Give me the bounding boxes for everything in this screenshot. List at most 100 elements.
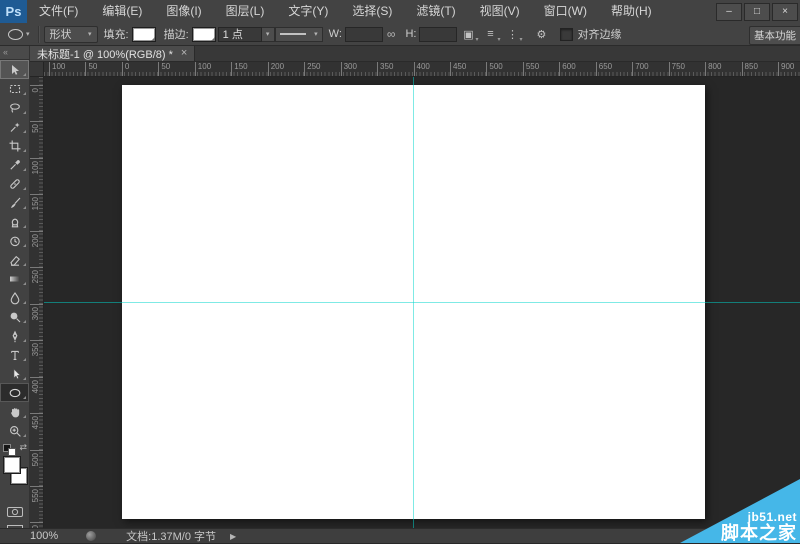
ruler-label: 400 [414,62,430,77]
tool-brush[interactable] [0,193,29,212]
stroke-style-select[interactable]: ▾ [275,27,323,42]
menu-item-layer[interactable]: 图层(L) [214,0,277,23]
path-alignment-button[interactable]: ≡ ▾ [480,25,500,43]
ruler-label: 700 [632,62,648,77]
gear-icon: ⚙ [537,28,547,41]
stroke-width-field[interactable]: 1 点 [218,27,262,42]
lasso-tool-icon [8,101,22,115]
document-tab[interactable]: 未标题-1 @ 100%(RGB/8) * × [30,46,195,61]
tool-eyedropper[interactable] [0,155,29,174]
window-controls: – □ × [716,3,798,21]
menu-item-select[interactable]: 选择(S) [340,0,404,23]
tool-dodge[interactable] [0,307,29,326]
zoom-level-field[interactable]: 100% [30,530,58,542]
align-edges-checkbox[interactable] [560,28,573,41]
eyedropper-tool-icon [8,158,22,172]
tool-gradient[interactable] [0,269,29,288]
stroke-color-swatch[interactable] [192,27,216,42]
path-arrangement-button[interactable]: ⋮ ▾ [502,25,522,43]
menu-item-view[interactable]: 视图(V) [468,0,532,23]
maximize-button[interactable]: □ [744,3,770,21]
menu-item-file[interactable]: 文件(F) [27,0,90,23]
dropdown-arrow-icon: ▾ [519,37,522,43]
default-colors-button[interactable]: ⇄ [2,443,28,455]
tab-close-icon[interactable]: × [181,48,187,59]
ruler-label: 300 [341,62,357,77]
tool-crop[interactable] [0,136,29,155]
dropdown-arrow-icon: ▾ [314,31,318,38]
tool-pen[interactable] [0,326,29,345]
ruler-label: 750 [669,62,685,77]
tool-options-bar: ▾ 形状 ▾ 填充: 描边: 1 点 ▾ ▾ W: ∞ H: ▣ ▾ ≡ ▾ [0,23,800,46]
foreground-color-swatch[interactable] [3,456,21,474]
quick-mask-button[interactable] [0,505,29,523]
swap-colors-icon[interactable]: ⇄ [19,442,27,453]
status-expand-icon[interactable]: ▶ [230,532,236,541]
stroke-width-dropdown[interactable]: ▾ [262,27,275,42]
shape-height-input[interactable] [419,27,457,42]
tool-eraser[interactable] [0,250,29,269]
solid-line-icon [280,33,306,35]
tool-mode-select[interactable]: 形状 ▾ [44,26,98,43]
tool-quick-selection[interactable] [0,117,29,136]
document-size-info: 文档:1.37M/0 字节 [126,528,216,544]
ruler-origin-box[interactable] [30,62,44,77]
ruler-label: 900 [778,62,794,77]
align-edges-label: 对齐边缘 [577,26,621,42]
ruler-label: 500 [486,62,502,77]
ruler-label: 250 [30,267,44,306]
ruler-label: 550 [30,486,44,525]
tool-ellipse[interactable] [0,383,29,402]
history-brush-tool-icon [8,234,22,248]
workspace-switcher-button[interactable]: 基本功能 [749,26,800,45]
canvas-viewport [44,77,800,528]
ellipse-tool-preset-icon [8,29,23,40]
tool-rectangular-marquee[interactable] [0,79,29,98]
path-operations-button[interactable]: ▣ ▾ [458,25,478,43]
vertical-ruler[interactable]: 050100150200250300350400450500550600 [30,77,44,528]
ruler-label: 800 [705,62,721,77]
zoom-tool-icon [8,424,22,438]
link-dimensions-icon[interactable]: ∞ [387,27,396,41]
brush-tool-icon [8,196,22,210]
combo-arrows-icon: ▾ [88,31,92,38]
collapse-arrows-icon: ‹‹ [3,47,7,57]
tools-panel: ‹‹ ⇄ [0,46,30,528]
tools-panel-collapse[interactable]: ‹‹ [0,46,29,60]
ruler-label: 150 [231,62,247,77]
tool-history-brush[interactable] [0,231,29,250]
dropdown-arrow-icon: ▾ [497,37,500,43]
tool-spot-healing-brush[interactable] [0,174,29,193]
tool-hand[interactable] [0,402,29,421]
minimize-button[interactable]: – [716,3,742,21]
menu-item-help[interactable]: 帮助(H) [599,0,664,23]
tool-horizontal-type[interactable] [0,345,29,364]
tool-move[interactable] [0,60,29,79]
menu-item-type[interactable]: 文字(Y) [276,0,340,23]
menu-item-image[interactable]: 图像(I) [154,0,213,23]
tool-path-selection[interactable] [0,364,29,383]
fill-color-swatch[interactable] [132,27,156,42]
tool-blur[interactable] [0,288,29,307]
ruler-label: 600 [559,62,575,77]
ruler-label: 300 [30,304,44,343]
ruler-label: 50 [30,121,44,160]
ruler-label: 50 [158,62,170,77]
close-button[interactable]: × [772,3,798,21]
horizontal-ruler[interactable]: 1005005010015020025030035040045050055060… [44,62,800,77]
tool-lasso[interactable] [0,98,29,117]
tool-preset-picker[interactable]: ▾ [4,29,34,40]
shape-width-input[interactable] [345,27,383,42]
ruler-label: 200 [30,231,44,270]
watermark: jb51.net 脚本之家 [721,511,797,542]
horizontal-guide[interactable] [44,302,800,303]
eraser-tool-icon [8,253,22,267]
menu-item-filter[interactable]: 滤镜(T) [404,0,467,23]
menu-item-edit[interactable]: 编辑(E) [90,0,154,23]
width-label: W: [329,28,342,40]
menu-item-window[interactable]: 窗口(W) [532,0,599,23]
tool-zoom[interactable] [0,421,29,440]
ruler-label: 450 [450,62,466,77]
geometry-options-button[interactable]: ⚙ [531,25,551,43]
tool-clone-stamp[interactable] [0,212,29,231]
